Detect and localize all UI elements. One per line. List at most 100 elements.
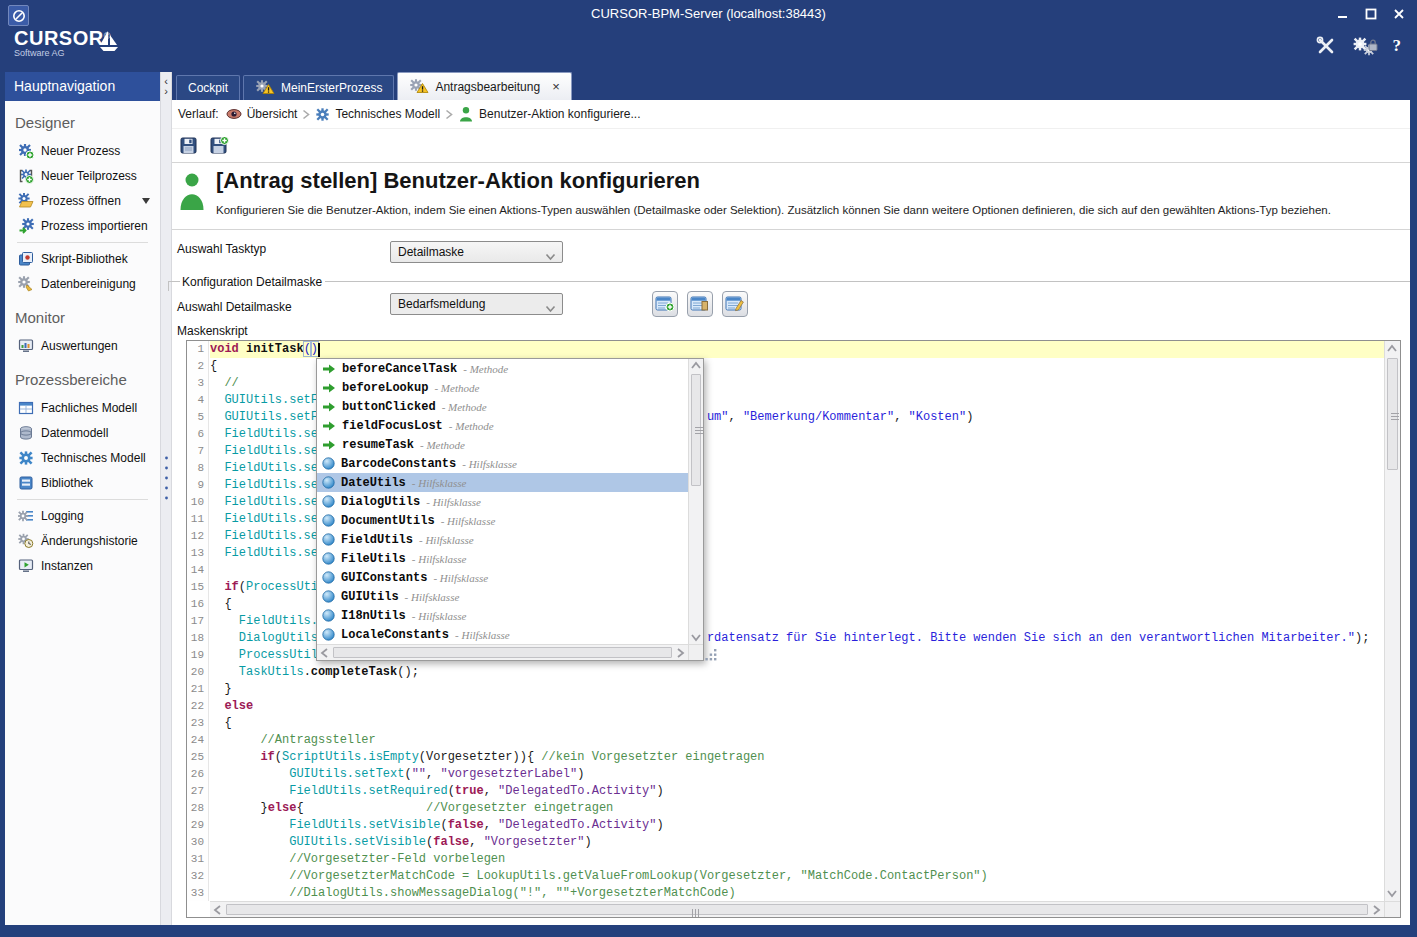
- tab-meinersterprozess[interactable]: MeinErsterProzess: [243, 75, 394, 100]
- completion-name: GUIConstants: [341, 571, 427, 585]
- save-button[interactable]: [177, 135, 199, 157]
- autocomplete-item-buttonclicked[interactable]: buttonClicked - Methode: [317, 397, 688, 416]
- editor-hscrollbar[interactable]: [210, 901, 1384, 917]
- eye-icon: [226, 106, 242, 122]
- administration-button[interactable]: [1352, 36, 1378, 56]
- sidebar-item-skript-bibliothek[interactable]: Skript-Bibliothek: [5, 246, 160, 271]
- sidebar-item-label: Neuer Prozess: [41, 144, 120, 158]
- header-divider: [172, 229, 1410, 230]
- editor-vscrollbar[interactable]: [1384, 341, 1400, 901]
- tab-antragsbearbeitung[interactable]: Antragsbearbeitung×: [397, 72, 571, 100]
- autocomplete-item-dialogutils[interactable]: DialogUtils - Hilfsklasse: [317, 492, 688, 511]
- autocomplete-item-beforelookup[interactable]: beforeLookup - Methode: [317, 378, 688, 397]
- popup-hscrollbar[interactable]: [317, 644, 688, 660]
- sidebar-item-logging[interactable]: Logging: [5, 503, 160, 528]
- sidebar-item-label: Technisches Modell: [41, 451, 146, 465]
- autocomplete-item-fieldfocuslost[interactable]: fieldFocusLost - Methode: [317, 416, 688, 435]
- sidebar-item-datenmodell[interactable]: Datenmodell: [5, 420, 160, 445]
- completion-name: BarcodeConstants: [341, 457, 456, 471]
- business-model-icon: [18, 400, 34, 416]
- sidebar-splitter[interactable]: ‹›: [160, 72, 172, 925]
- method-icon: [322, 363, 336, 375]
- detailmaske-dropdown[interactable]: Bedarfsmeldung: [390, 293, 563, 315]
- sidebar-item-technisches-modell[interactable]: Technisches Modell: [5, 445, 160, 470]
- sidebar-item-fachliches-modell[interactable]: Fachliches Modell: [5, 395, 160, 420]
- maximize-button[interactable]: [1365, 8, 1377, 20]
- technical-model-icon: [18, 450, 34, 466]
- code-line-25: if(ScriptUtils.isEmpty(Vorgesetzter)){ /…: [210, 749, 1384, 766]
- sidebar-item-auswertungen[interactable]: Auswertungen: [5, 333, 160, 358]
- autocomplete-item-fieldutils[interactable]: FieldUtils - Hilfsklasse: [317, 530, 688, 549]
- save-as-button[interactable]: [208, 135, 230, 157]
- sidebar-item-label: Auswertungen: [41, 339, 118, 353]
- completion-type: - Hilfsklasse: [419, 534, 474, 546]
- minimize-button[interactable]: [1337, 8, 1349, 20]
- window-title: CURSOR-BPM-Server (localhost:38443): [0, 6, 1417, 21]
- completion-type: - Hilfsklasse: [455, 629, 510, 641]
- process-warning-icon: [409, 79, 429, 95]
- section-header-designer: Designer: [5, 101, 160, 138]
- autocomplete-item-barcodeconstants[interactable]: BarcodeConstants - Hilfsklasse: [317, 454, 688, 473]
- autocomplete-item-fileutils[interactable]: FileUtils - Hilfsklasse: [317, 549, 688, 568]
- class-icon: [322, 495, 335, 508]
- completion-type: - Hilfsklasse: [405, 591, 460, 603]
- autocomplete-item-resumetask[interactable]: resumeTask - Methode: [317, 435, 688, 454]
- tools-button[interactable]: [1315, 36, 1337, 56]
- process-open-icon: [18, 193, 34, 209]
- sidebar-item-bibliothek[interactable]: Bibliothek: [5, 470, 160, 495]
- add-detailmaske-button[interactable]: [652, 291, 678, 317]
- help-button[interactable]: ?: [1393, 36, 1402, 56]
- code-line-29: FieldUtils.setVisible(false, "DelegatedT…: [210, 817, 1384, 834]
- dropdown-caret-icon[interactable]: [142, 198, 150, 204]
- class-icon: [322, 457, 335, 470]
- scroll-left-icon: [318, 646, 332, 660]
- popup-vscrollbar[interactable]: [688, 359, 703, 644]
- chevron-down-icon: [545, 250, 556, 264]
- sidebar-item-datenbereinigung[interactable]: Datenbereinigung: [5, 271, 160, 296]
- chevron-down-icon: [545, 302, 556, 316]
- tab-cockpit[interactable]: Cockpit: [176, 75, 240, 100]
- sidebar-item-neuer-teilprozess[interactable]: Neuer Teilprozess: [5, 163, 160, 188]
- breadcrumb-item-2[interactable]: Technisches Modell: [315, 107, 440, 122]
- autocomplete-item-beforecanceltask[interactable]: beforeCancelTask - Methode: [317, 359, 688, 378]
- close-button[interactable]: [1393, 8, 1405, 20]
- method-icon: [322, 382, 336, 394]
- autocomplete-item-guiutils[interactable]: GUIUtils - Hilfsklasse: [317, 587, 688, 606]
- tab-close-icon[interactable]: ×: [552, 82, 560, 92]
- sidebar-item-label: Prozess öffnen: [41, 194, 121, 208]
- copy-detailmaske-button[interactable]: [687, 291, 713, 317]
- method-icon: [322, 401, 336, 413]
- sidebar-item-label: Datenbereinigung: [41, 277, 136, 291]
- completion-name: DateUtils: [341, 476, 406, 490]
- autocomplete-item-localeconstants[interactable]: LocaleConstants - Hilfsklasse: [317, 625, 688, 644]
- sidebar-item-prozess-importieren[interactable]: Prozess importieren: [5, 213, 160, 238]
- autocomplete-item-guiconstants[interactable]: GUIConstants - Hilfsklasse: [317, 568, 688, 587]
- sidebar-item-änderungshistorie[interactable]: Änderungshistorie: [5, 528, 160, 553]
- edit-detailmaske-button[interactable]: [722, 291, 748, 317]
- collapse-arrows-icon[interactable]: ‹›: [161, 76, 171, 96]
- tasktyp-dropdown[interactable]: Detailmaske: [390, 241, 563, 263]
- popup-resize-grip-icon[interactable]: [705, 648, 718, 666]
- autocomplete-item-documentutils[interactable]: DocumentUtils - Hilfsklasse: [317, 511, 688, 530]
- breadcrumb: Verlauf: ÜbersichtTechnisches ModellBenu…: [172, 100, 1410, 128]
- data-cleanup-icon: [18, 276, 34, 292]
- sidebar-item-label: Logging: [41, 509, 84, 523]
- autocomplete-item-dateutils[interactable]: DateUtils - Hilfsklasse: [317, 473, 688, 492]
- text-cursor: [318, 343, 320, 357]
- process-warning-icon: [255, 80, 275, 96]
- class-icon: [322, 628, 335, 641]
- subprocess-new-icon: [18, 168, 34, 184]
- sidebar-item-prozess-öffnen[interactable]: Prozess öffnen: [5, 188, 160, 213]
- breadcrumb-item-3[interactable]: Benutzer-Aktion konfiguriere...: [458, 106, 640, 122]
- autocomplete-item-i18nutils[interactable]: I18nUtils - Hilfsklasse: [317, 606, 688, 625]
- sidebar-item-neuer-prozess[interactable]: Neuer Prozess: [5, 138, 160, 163]
- main-area: CockpitMeinErsterProzessAntragsbearbeitu…: [172, 72, 1410, 925]
- completion-type: - Hilfsklasse: [412, 610, 467, 622]
- maskenskript-label: Maskenskript: [177, 324, 248, 338]
- completion-name: I18nUtils: [341, 609, 406, 623]
- breadcrumb-item-1[interactable]: Übersicht: [226, 106, 298, 122]
- code-line-22: else: [210, 698, 1384, 715]
- scroll-right-icon: [1369, 903, 1383, 917]
- sidebar-item-instanzen[interactable]: Instanzen: [5, 553, 160, 578]
- autocomplete-list: beforeCancelTask - MethodebeforeLookup -…: [317, 359, 688, 644]
